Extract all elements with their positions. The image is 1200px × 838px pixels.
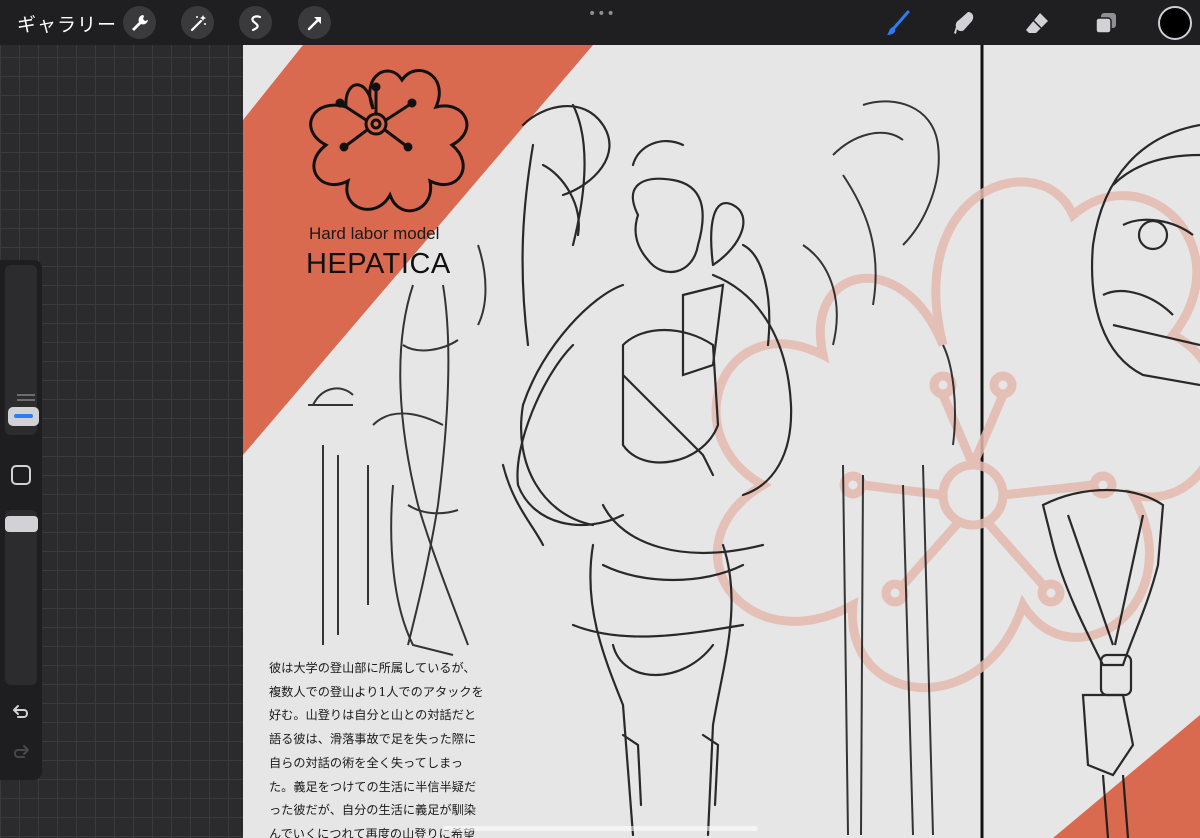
top-toolbar: ギャラリー •••	[0, 0, 1200, 45]
modify-button[interactable]	[11, 465, 31, 485]
brush-size-thumb[interactable]	[8, 407, 39, 426]
opacity-thumb[interactable]	[5, 516, 38, 532]
story-text: 彼は大学の登山部に所属しているが、 複数人での登山より1人でのアタックを 好む。…	[269, 661, 484, 838]
side-toolbar	[0, 260, 42, 780]
redo-icon[interactable]	[10, 742, 32, 764]
slider-grip	[17, 399, 35, 401]
wrench-icon[interactable]	[123, 6, 156, 39]
gallery-button[interactable]: ギャラリー	[17, 10, 117, 37]
undo-icon[interactable]	[10, 702, 32, 724]
selection-icon[interactable]	[239, 6, 272, 39]
mech-sketch	[1041, 123, 1200, 838]
limb-sketch-right	[802, 100, 956, 836]
home-indicator	[443, 826, 758, 831]
magic-wand-icon[interactable]	[181, 6, 214, 39]
color-picker-button[interactable]	[1158, 6, 1192, 40]
model-subtitle: Hard labor model	[309, 224, 440, 243]
brush-size-slider[interactable]	[5, 265, 39, 435]
brush-icon[interactable]	[882, 7, 914, 39]
slider-grip	[17, 394, 35, 396]
eraser-icon[interactable]	[1021, 7, 1053, 39]
model-title: HEPATICA	[306, 248, 451, 280]
smudge-icon[interactable]	[948, 7, 980, 39]
layers-icon[interactable]	[1090, 7, 1122, 39]
more-menu[interactable]: •••	[588, 6, 616, 22]
artwork-canvas[interactable]: Hard labor model HEPATICA 彼は大学の登山部に所属してい…	[243, 45, 1200, 838]
opacity-slider[interactable]	[5, 510, 38, 685]
transform-arrow-icon[interactable]	[298, 6, 331, 39]
